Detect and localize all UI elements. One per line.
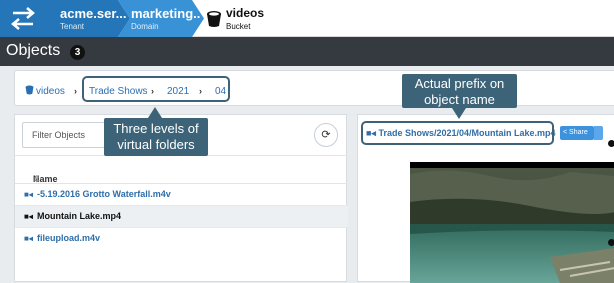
share-icon: < [563,129,568,136]
domain-label: Domain [131,22,159,31]
folders-callout-pointer [148,107,162,118]
list-item-name: fileupload.m4v [37,233,101,243]
app-logo[interactable] [0,0,46,37]
video-icon: ■◂ [24,212,33,221]
tenant-name: acme.ser... [60,6,127,21]
video-preview[interactable] [410,162,614,283]
folders-callout-line1: Three levels of [113,121,199,136]
folders-callout: Three levels of virtual folders [104,118,208,156]
bucket-icon [207,11,221,27]
share-label: Share [569,129,588,136]
page-title: Objects [6,42,61,59]
top-bar: acme.ser... Tenant marketing.. Domain vi… [0,0,614,37]
list-item-name: -5.19.2016 Grotto Waterfall.m4v [37,189,171,199]
folders-callout-line2: virtual folders [117,137,195,152]
list-item[interactable]: ■◂ fileupload.m4v [15,228,348,250]
tenant-label: Tenant [60,22,85,31]
refresh-icon: ⟳ [321,129,331,141]
folders-highlight-box [82,76,230,102]
bucket-label: Bucket [226,22,251,31]
share-button[interactable]: < Share [560,126,594,140]
breadcrumb-root[interactable]: videos [36,86,65,97]
page-header: Objects 3 [0,37,614,66]
domain-name: marketing.. [131,6,201,21]
swap-arrows-icon [11,7,35,30]
name-column-header[interactable]: Name ⇕ [15,155,348,184]
object-count-badge: 3 [70,45,85,60]
video-control-dot [608,140,614,147]
video-frame-image [410,162,614,283]
share-dropdown-caret[interactable] [594,126,603,140]
prefix-callout-line2: object name [424,92,495,107]
video-control-dot [608,239,614,246]
list-item-name: Mountain Lake.mp4 [37,211,122,221]
list-item[interactable]: ■◂ -5.19.2016 Grotto Waterfall.m4v [15,184,348,206]
list-item[interactable]: ■◂ Mountain Lake.mp4 [15,206,348,228]
bucket-small-icon [25,85,34,98]
bucket-name: videos [226,6,265,20]
video-icon: ■◂ [24,190,33,199]
object-name-highlight-box [361,121,554,145]
prefix-callout-pointer [452,108,466,119]
prefix-callout-line1: Actual prefix on [414,76,505,91]
video-icon: ■◂ [24,234,33,243]
refresh-button[interactable]: ⟳ [314,123,338,147]
prefix-callout: Actual prefix on object name [402,74,517,108]
breadcrumb-separator: › [74,86,77,96]
